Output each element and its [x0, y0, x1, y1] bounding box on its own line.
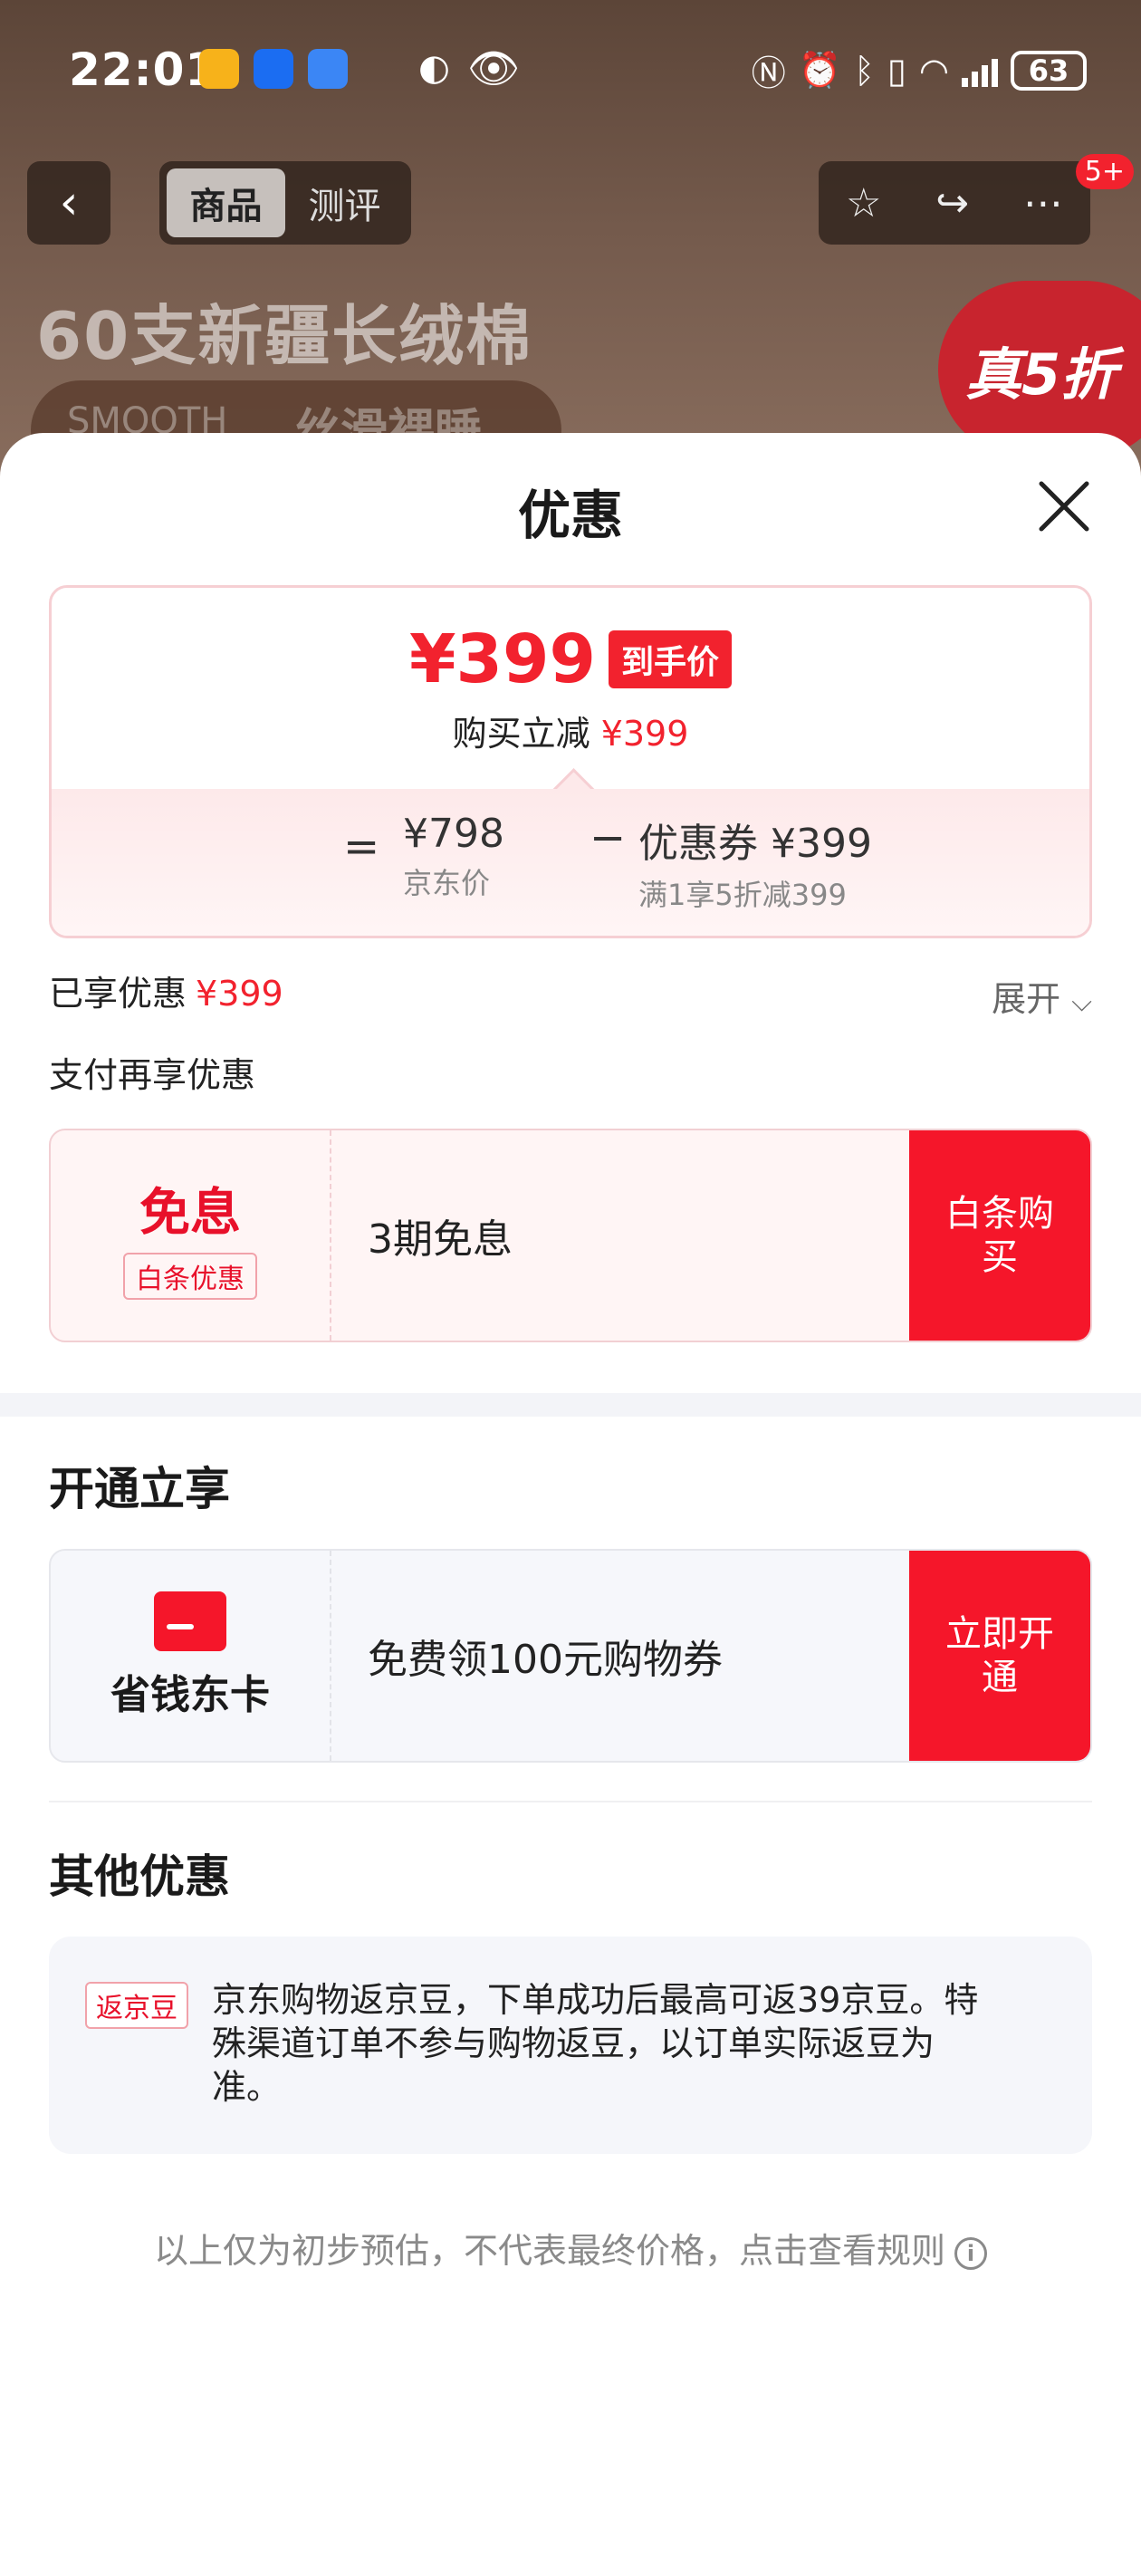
- saver-card-offer[interactable]: 省钱东卡 免费领100元购物券 立即开通: [49, 1549, 1092, 1763]
- bean-tag: 返京豆: [85, 1982, 188, 2029]
- info-icon[interactable]: i: [954, 2236, 987, 2270]
- message-badge: 5+: [1075, 154, 1134, 189]
- wifi-icon: ◠: [918, 50, 949, 91]
- notification-app-icon: [254, 49, 293, 89]
- divider: [49, 1801, 1092, 1802]
- jd-bean-offer: 返京豆 京东购物返京豆，下单成功后最高可返39京豆。特殊渠道订单不参与购物返豆，…: [49, 1937, 1092, 2154]
- baitiao-offer-card[interactable]: 免息 白条优惠 3期免息 白条购买: [49, 1129, 1092, 1342]
- coupon-condition: 满1享5折减399: [638, 878, 847, 912]
- expand-toggle[interactable]: 展开 ⌵: [992, 971, 1092, 1021]
- saver-card-desc: 免费领100元购物券: [368, 1637, 723, 1683]
- bluetooth-icon: ᛒ: [854, 50, 875, 91]
- instant-discount-label: 购买立减: [452, 714, 590, 754]
- signal-icon: [962, 54, 998, 87]
- pay-more-label: 支付再享优惠: [49, 1055, 256, 1095]
- final-price-area: ¥399 到手价 购买立减 ¥399: [52, 588, 1089, 789]
- promo-tag: 真5折: [938, 281, 1141, 458]
- enjoyed-label: 已享优惠: [49, 974, 187, 1014]
- back-button[interactable]: ‹: [27, 161, 110, 245]
- interest-free-title: 免息: [139, 1183, 241, 1243]
- status-bar: 22:01 ◐ 👁 Ⓝ ⏰ ᛒ ▯ ◠ 63: [0, 0, 1141, 136]
- baitiao-desc: 3期免息: [368, 1216, 513, 1263]
- status-icons: Ⓝ ⏰ ᛒ ▯ ◠ 63: [752, 45, 1087, 95]
- card-icon: [154, 1591, 226, 1651]
- share-icon[interactable]: ↪: [935, 180, 969, 226]
- vibrate-icon: ▯: [887, 50, 906, 91]
- sheet-title: 优惠: [517, 485, 623, 546]
- footer-note[interactable]: 以上仅为初步预估，不代表最终价格，点击查看规则 i: [0, 2223, 1141, 2273]
- baitiao-badge: 免息 白条优惠: [51, 1130, 331, 1341]
- saver-card-badge: 省钱东卡: [51, 1551, 331, 1761]
- jd-price-label: 京东价: [403, 866, 491, 900]
- alarm-icon: ⏰: [798, 50, 842, 90]
- other-section-title: 其他优惠: [49, 1850, 230, 1903]
- footer-text: 以上仅为初步预估，不代表最终价格，点击查看规则: [153, 2231, 945, 2271]
- vpn-icon: ◐: [418, 47, 450, 89]
- price-formula: = ¥798 京东价 − 优惠券 ¥399 满1享5折减399: [52, 789, 1089, 936]
- tab-review[interactable]: 测评: [285, 168, 404, 237]
- equals-sign: =: [343, 822, 380, 872]
- status-time: 22:01: [69, 43, 218, 96]
- tab-switcher: 商品 测评: [159, 161, 411, 245]
- notification-app-icon: [308, 49, 348, 89]
- tab-product[interactable]: 商品: [167, 168, 285, 237]
- more-icon[interactable]: ⋯: [1023, 180, 1063, 226]
- notification-app-icon: [199, 49, 239, 89]
- product-page-background: 22:01 ◐ 👁 Ⓝ ⏰ ᛒ ▯ ◠ 63 ‹ 商品 测评 ☆ ↪ ⋯ 5+ …: [0, 0, 1141, 507]
- minus-sign: −: [590, 812, 627, 863]
- enjoyed-amount: ¥399: [196, 974, 283, 1014]
- expand-label: 展开: [992, 979, 1061, 1019]
- eye-icon: 👁: [467, 43, 521, 92]
- coupon-value: 优惠券 ¥399: [638, 821, 872, 867]
- baitiao-tag: 白条优惠: [123, 1252, 257, 1300]
- nfc-icon: Ⓝ: [751, 53, 786, 93]
- section-divider: [0, 1393, 1141, 1417]
- close-icon[interactable]: [1036, 478, 1092, 534]
- instant-discount-amount: ¥399: [600, 714, 689, 754]
- jd-price-value: ¥798: [403, 811, 504, 857]
- price-breakdown-card: ¥399 到手价 购买立减 ¥399 = ¥798 京东价 − 优惠券 ¥399 …: [49, 585, 1092, 938]
- product-title: 60支新疆长绒棉: [36, 298, 533, 374]
- battery-icon: 63: [1011, 50, 1087, 91]
- enjoyed-discount-row: 已享优惠 ¥399: [49, 966, 283, 1015]
- nav-actions: ☆ ↪ ⋯: [819, 161, 1090, 245]
- final-price-tag: 到手价: [608, 630, 732, 688]
- chevron-down-icon: ⌵: [1071, 986, 1092, 1018]
- saver-card-name: 省钱东卡: [110, 1672, 270, 1718]
- final-price: ¥399: [409, 620, 596, 698]
- favorite-star-icon[interactable]: ☆: [846, 180, 881, 226]
- open-now-button[interactable]: 立即开通: [909, 1551, 1090, 1761]
- open-section-title: 开通立享: [49, 1463, 230, 1515]
- baitiao-buy-button[interactable]: 白条购买: [909, 1130, 1090, 1341]
- discount-sheet: 优惠 ¥399 到手价 购买立减 ¥399 = ¥798 京东价 − 优惠券 ¥3…: [0, 433, 1141, 2576]
- bean-text: 京东购物返京豆，下单成功后最高可返39京豆。特殊渠道订单不参与购物返豆，以订单实…: [212, 1980, 979, 2107]
